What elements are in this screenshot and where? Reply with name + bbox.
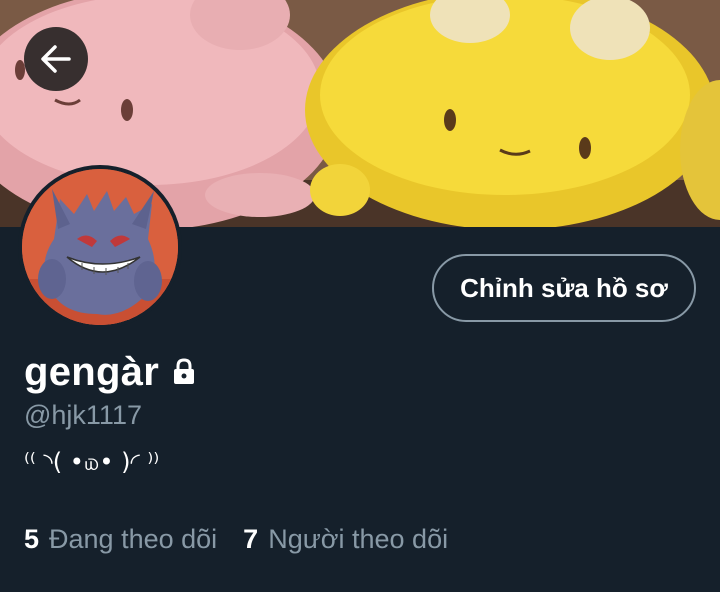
arrow-left-icon [41,45,71,73]
profile-stats: 5 Đang theo dõi 7 Người theo dõi [24,524,448,555]
followers-label: Người theo dõi [268,524,449,554]
followers-count: 7 [243,524,259,554]
avatar[interactable] [18,165,182,329]
name-row: gengàr [24,346,199,398]
display-name: gengàr [24,349,160,394]
following-label: Đang theo dõi [49,524,218,554]
edit-profile-button[interactable]: Chỉnh sửa hồ sơ [432,254,696,322]
following-count: 5 [24,524,40,554]
profile-bio: ⁽⁽ ◝( •௰• )◜ ⁾⁾ [24,448,160,476]
following-link[interactable]: 5 Đang theo dõi [24,524,217,555]
lock-icon [169,357,199,392]
edit-profile-label: Chỉnh sửa hồ sơ [460,272,668,303]
avatar-image [22,169,178,325]
followers-link[interactable]: 7 Người theo dõi [243,524,448,555]
user-handle: @hjk1117 [24,400,142,430]
back-button[interactable] [24,27,88,91]
